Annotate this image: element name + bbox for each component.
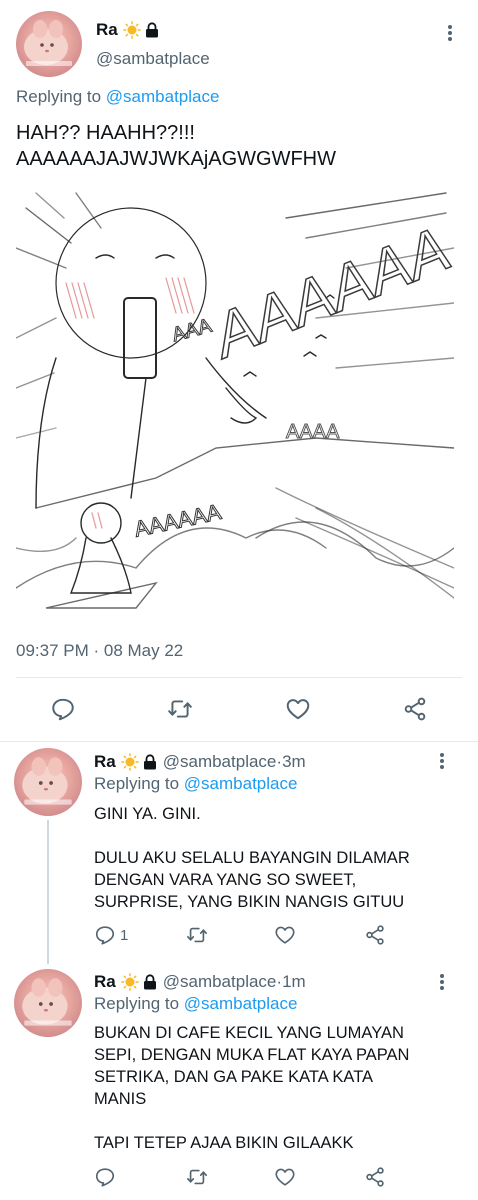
- avatar-image: [14, 748, 82, 816]
- divider: [16, 677, 462, 678]
- lock-icon: [145, 22, 159, 38]
- retweet-button[interactable]: [186, 1166, 208, 1188]
- lock-icon: [143, 754, 157, 770]
- share-button[interactable]: [402, 696, 428, 722]
- author-handle: @sambatplace: [162, 752, 277, 771]
- like-button[interactable]: [274, 1166, 296, 1188]
- retweet-icon: [186, 1166, 208, 1188]
- replying-prefix: Replying to: [16, 87, 106, 106]
- share-button[interactable]: [364, 1166, 386, 1188]
- author-name-row[interactable]: Ra @sambatplace · 1m: [94, 972, 306, 992]
- retweet-icon: [186, 924, 208, 946]
- reply-button[interactable]: [50, 696, 76, 722]
- share-icon: [364, 924, 386, 946]
- author-name: Ra: [94, 972, 116, 991]
- replying-to: Replying to @sambatplace: [94, 774, 297, 794]
- main-tweet: Ra @sambatplace Replying to @sambatplace…: [0, 0, 478, 742]
- avatar[interactable]: [16, 11, 82, 77]
- tweet-time: 3m: [282, 752, 306, 771]
- replying-to-link[interactable]: @sambatplace: [106, 87, 220, 106]
- reply-icon: [50, 696, 76, 722]
- tweet-time: 1m: [282, 972, 306, 991]
- author-name: Ra: [96, 20, 118, 39]
- avatar-image: [16, 11, 82, 77]
- share-icon: [402, 696, 428, 722]
- author-name-row[interactable]: Ra: [96, 20, 159, 40]
- author-handle[interactable]: @sambatplace: [96, 49, 210, 69]
- sun-emoji-icon: [123, 21, 141, 39]
- replying-to-link[interactable]: @sambatplace: [184, 994, 298, 1013]
- heart-icon: [274, 1166, 296, 1188]
- sun-emoji-icon: [121, 753, 139, 771]
- avatar-image: [14, 969, 82, 1037]
- more-options-icon[interactable]: [432, 972, 452, 992]
- share-button[interactable]: [364, 924, 386, 946]
- more-options-icon[interactable]: [432, 751, 452, 771]
- reply-icon: [94, 924, 116, 946]
- media-text-left: AAA: [170, 315, 215, 347]
- heart-icon: [274, 924, 296, 946]
- lock-icon: [143, 974, 157, 990]
- like-button[interactable]: [274, 924, 296, 946]
- thread-line: [47, 820, 49, 964]
- media-text-middle: AAAA: [286, 421, 340, 443]
- author-name: Ra: [94, 752, 116, 771]
- media-text-top: AAAAAA: [200, 214, 454, 372]
- reply-count: 1: [120, 927, 129, 944]
- replying-to: Replying to @sambatplace: [16, 87, 219, 107]
- tweet-timestamp[interactable]: 09:37 PM · 08 May 22: [16, 641, 183, 661]
- retweet-button[interactable]: [167, 696, 193, 722]
- avatar[interactable]: [14, 748, 82, 816]
- more-options-icon[interactable]: [440, 23, 460, 43]
- tweet-text: GINI YA. GINI. DULU AKU SELALU BAYANGIN …: [94, 805, 410, 911]
- tweet-text: BUKAN DI CAFE KECIL YANG LUMAYAN SEPI, D…: [94, 1024, 410, 1152]
- like-button[interactable]: [285, 696, 311, 722]
- avatar[interactable]: [14, 969, 82, 1037]
- replying-to: Replying to @sambatplace: [94, 994, 297, 1014]
- media-text-bottom: AAAAAA: [132, 499, 224, 542]
- retweet-button[interactable]: [186, 924, 208, 946]
- author-name-row[interactable]: Ra @sambatplace · 3m: [94, 752, 306, 772]
- author-handle: @sambatplace: [162, 972, 277, 991]
- share-icon: [364, 1166, 386, 1188]
- reply-tweet[interactable]: Ra @sambatplace · 1m Replying to @sambat…: [0, 964, 478, 1200]
- sun-emoji-icon: [121, 973, 139, 991]
- replying-to-link[interactable]: @sambatplace: [184, 774, 298, 793]
- reply-tweet[interactable]: Ra @sambatplace · 3m Replying to @sambat…: [0, 742, 478, 964]
- sketch-illustration: AAAAAA AAA AAAA AAAAAA: [16, 192, 454, 609]
- reply-button[interactable]: [94, 924, 116, 946]
- retweet-icon: [167, 696, 193, 722]
- replying-prefix: Replying to: [94, 774, 184, 793]
- tweet-media-image[interactable]: AAAAAA AAA AAAA AAAAAA: [16, 188, 454, 626]
- replying-prefix: Replying to: [94, 994, 184, 1013]
- reply-button[interactable]: [94, 1166, 116, 1188]
- reply-icon: [94, 1166, 116, 1188]
- heart-icon: [285, 696, 311, 722]
- tweet-text: HAH?? HAAHH??!!! AAAAAAJAJWJWKAjAGWGWFHW: [16, 122, 336, 170]
